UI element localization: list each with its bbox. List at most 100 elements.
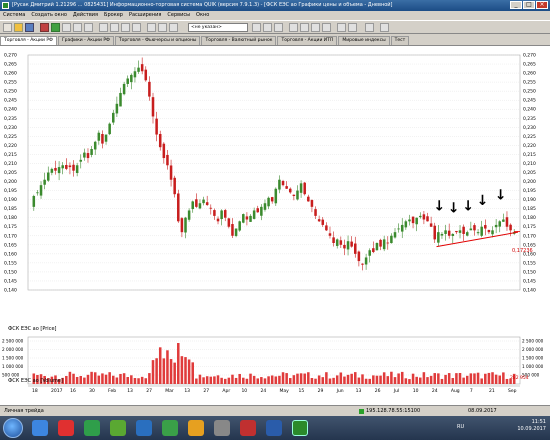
volume-bar <box>484 373 487 384</box>
menu-services[interactable]: Сервисы <box>167 11 190 20</box>
tab-trading-stocks[interactable]: Торговля - Акции РФ <box>0 36 57 45</box>
candle-body <box>415 217 418 225</box>
candle-body <box>104 134 108 142</box>
save-icon[interactable] <box>25 23 34 32</box>
opera-icon[interactable] <box>240 420 256 436</box>
menu-broker[interactable]: Брокер <box>104 11 123 20</box>
tab-trading-itp[interactable]: Торговля - Акции ИТП <box>277 36 338 45</box>
zoom-out-icon[interactable] <box>158 23 167 32</box>
candle-body <box>187 210 191 220</box>
date-tick-label: 7 <box>470 388 473 394</box>
candle-body <box>169 165 173 180</box>
order-icon[interactable] <box>84 23 93 32</box>
volume-bar <box>451 378 455 384</box>
candle-body <box>335 239 339 246</box>
y-tick-label-left: 0,170 <box>4 233 17 239</box>
connect-icon[interactable] <box>51 23 60 32</box>
y-tick-label-right: 0,255 <box>523 80 536 86</box>
word-icon[interactable] <box>136 420 152 436</box>
volume-bar <box>198 374 202 384</box>
menu-create-window[interactable]: Создать окно <box>31 11 67 20</box>
copy-icon[interactable] <box>121 23 130 32</box>
print-icon[interactable] <box>110 23 119 32</box>
folder-icon[interactable] <box>188 420 204 436</box>
candle-body <box>166 154 169 166</box>
volume-bar <box>408 379 411 384</box>
date-tick-label: Apr <box>222 388 230 394</box>
language-indicator[interactable]: RU <box>457 424 464 430</box>
alert-icon[interactable] <box>311 23 320 32</box>
media-icon[interactable] <box>214 420 230 436</box>
y-tick-label-left: 0,255 <box>4 80 17 86</box>
yandex-icon[interactable] <box>58 420 74 436</box>
link-icon[interactable] <box>365 23 374 32</box>
filter-icon[interactable] <box>99 23 108 32</box>
volume-bar <box>270 375 274 384</box>
volume-bar <box>357 377 361 384</box>
stop-icon[interactable] <box>40 23 49 32</box>
window-tile-icon[interactable] <box>348 23 357 32</box>
volume-bar <box>184 357 187 384</box>
settings-icon[interactable] <box>132 23 141 32</box>
y-tick-label-left: 0,205 <box>4 170 17 176</box>
new-icon[interactable] <box>3 23 12 32</box>
volume-tick-left: 2 000 000 <box>2 347 24 352</box>
tab-test[interactable]: Тест <box>390 36 410 45</box>
price-candles <box>32 57 516 271</box>
minimize-button[interactable]: _ <box>510 1 522 9</box>
zoom-in-icon[interactable] <box>147 23 156 32</box>
candle-body <box>375 243 379 251</box>
date-tick-label: 15 <box>299 388 305 394</box>
lock-icon[interactable] <box>169 23 178 32</box>
candle-body <box>307 196 310 202</box>
y-tick-label-right: 0,170 <box>523 233 536 239</box>
volume-bar <box>249 373 252 384</box>
portfolio-icon[interactable] <box>289 23 298 32</box>
menu-system[interactable]: Система <box>3 11 25 20</box>
clock[interactable]: 11:51 10.09.2017 <box>517 419 546 433</box>
menu-window[interactable]: Окно <box>196 11 209 20</box>
chart-svg[interactable]: ↓ ↓ ↓ ↓ ↓ 0,2700,2650,2600,2550,2500,2450,24… <box>0 46 550 406</box>
excel-icon[interactable] <box>162 420 178 436</box>
quik-icon[interactable] <box>292 420 308 436</box>
start-button[interactable] <box>3 418 23 438</box>
news-icon[interactable] <box>300 23 309 32</box>
status-bar: Личная трейда 195.128.78.55:15100 08.09.… <box>0 405 550 416</box>
window-cascade-icon[interactable] <box>337 23 346 32</box>
close-button[interactable]: × <box>536 1 548 9</box>
volume-bar <box>400 371 404 384</box>
y-tick-label-right: 0,205 <box>523 170 536 176</box>
stop-order-icon[interactable] <box>274 23 283 32</box>
candle-body <box>390 235 393 244</box>
ie-icon[interactable] <box>32 420 48 436</box>
volume-bar <box>133 378 137 384</box>
volume-bar <box>397 373 400 384</box>
skype-icon[interactable] <box>266 420 282 436</box>
tab-world-indices[interactable]: Мировые индексы <box>338 36 390 45</box>
menu-actions[interactable]: Действия <box>73 11 98 20</box>
export-icon[interactable] <box>380 23 389 32</box>
candle-body <box>119 92 122 107</box>
volume-bar <box>180 356 184 384</box>
tab-charts-stocks[interactable]: Графики - Акции РФ <box>57 36 114 45</box>
open-icon[interactable] <box>14 23 23 32</box>
candle-body <box>274 188 278 204</box>
utorrent-icon[interactable] <box>110 420 126 436</box>
y-tick-label-right: 0,140 <box>523 288 536 294</box>
volume-bar <box>440 378 444 384</box>
sell-icon[interactable] <box>263 23 272 32</box>
account-select[interactable]: <не указан> <box>188 23 248 32</box>
y-tick-label-right: 0,175 <box>523 224 536 230</box>
y-tick-label-right: 0,270 <box>523 53 536 59</box>
help-icon[interactable] <box>322 23 331 32</box>
table-icon[interactable] <box>62 23 71 32</box>
chart-icon[interactable] <box>73 23 82 32</box>
buy-icon[interactable] <box>252 23 261 32</box>
candle-body <box>101 134 104 144</box>
volume-bar <box>368 378 371 384</box>
menu-extensions[interactable]: Расширения <box>129 11 161 20</box>
tab-trading-currency[interactable]: Торговля - Валютный рынок <box>201 36 277 45</box>
tab-trading-futures[interactable]: Торговля - Фьючерсы и опционы <box>114 36 201 45</box>
chrome-icon[interactable] <box>84 420 100 436</box>
maximize-button[interactable]: □ <box>523 1 535 9</box>
